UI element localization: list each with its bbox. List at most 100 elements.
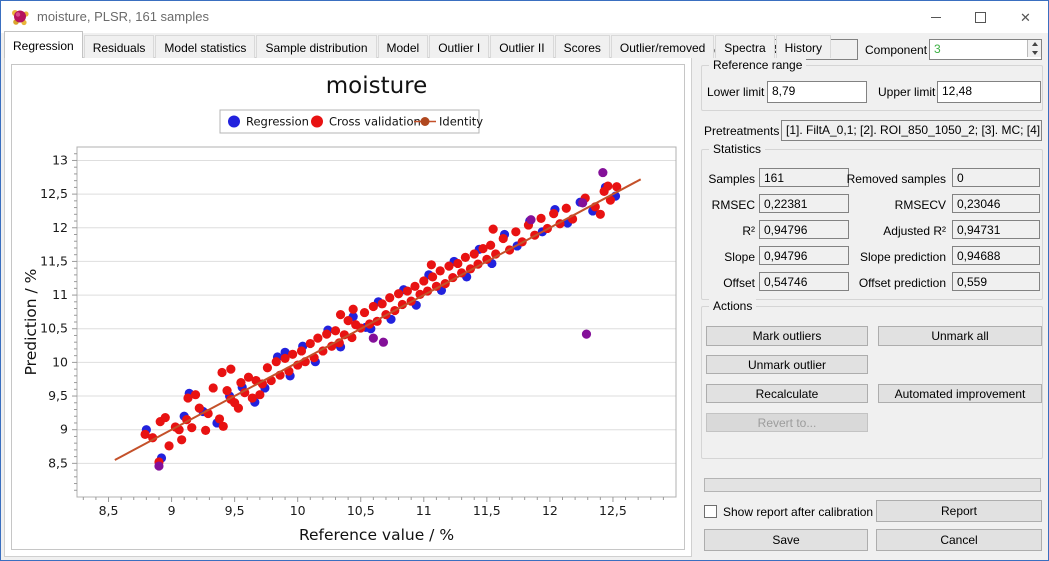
- stat-label: Offset: [705, 276, 755, 290]
- tab-outlier-ii[interactable]: Outlier II: [490, 35, 553, 58]
- revert-to--button: Revert to...: [706, 413, 868, 432]
- tab-outlier-removed[interactable]: Outlier/removed: [611, 35, 714, 58]
- reference-range-title: Reference range: [709, 58, 806, 72]
- svg-text:Identity: Identity: [439, 115, 483, 129]
- show-report-checkbox-label: Show report after calibration: [723, 505, 873, 519]
- tab-residuals[interactable]: Residuals: [84, 35, 155, 58]
- series-identity: [115, 179, 641, 460]
- chart-legend: Regression Cross validation Identity: [220, 110, 483, 133]
- mark-outliers-button[interactable]: Mark outliers: [706, 326, 868, 346]
- stat-label: Adjusted R²: [842, 224, 946, 238]
- svg-text:12,5: 12,5: [599, 503, 627, 518]
- spin-down-icon: [1032, 51, 1038, 55]
- svg-text:10: 10: [290, 503, 306, 518]
- svg-text:9: 9: [168, 503, 176, 518]
- window-title: moisture, PLSR, 161 samples: [37, 9, 209, 24]
- y-axis-label: Prediction / %: [22, 269, 40, 376]
- y-tick-labels: 8,599,51010,51111,51212,513: [40, 152, 68, 470]
- close-button[interactable]: ✕: [1003, 1, 1048, 33]
- stat-label: Slope: [705, 250, 755, 264]
- component-spinner[interactable]: [1027, 40, 1041, 57]
- svg-text:Regression: Regression: [246, 115, 309, 129]
- tab-outlier-i[interactable]: Outlier I: [429, 35, 489, 58]
- actions-title: Actions: [709, 299, 756, 313]
- pretreatments-field: [1]. FiltA_0,1; [2]. ROI_850_1050_2; [3]…: [781, 120, 1042, 141]
- statistics-group: Statistics Samples161Removed samples0RMS…: [701, 149, 1043, 300]
- show-report-checkbox[interactable]: [704, 505, 717, 518]
- upper-limit-label: Upper limit: [878, 85, 935, 99]
- automated-improvement-button[interactable]: Automated improvement: [878, 384, 1042, 403]
- recalculate-button[interactable]: Recalculate: [706, 384, 868, 403]
- tab-sample-distribution[interactable]: Sample distribution: [256, 35, 376, 58]
- stat-value: 0,54746: [759, 272, 849, 291]
- stat-value: 0,94731: [952, 220, 1040, 239]
- tab-spectra[interactable]: Spectra: [715, 35, 774, 58]
- tab-history[interactable]: History: [776, 35, 831, 58]
- app-window: moisture, PLSR, 161 samples ✕ Regression…: [0, 0, 1049, 561]
- svg-text:Cross validation: Cross validation: [329, 115, 421, 129]
- stat-value: 0,94796: [759, 246, 849, 265]
- spin-up-icon: [1032, 42, 1038, 46]
- svg-text:9,5: 9,5: [48, 388, 68, 403]
- maximize-icon: [975, 12, 986, 23]
- stat-value: 0: [952, 168, 1040, 187]
- svg-text:10: 10: [52, 354, 68, 369]
- tab-model-statistics[interactable]: Model statistics: [155, 35, 255, 58]
- progress-bar: [704, 478, 1041, 492]
- svg-text:11,5: 11,5: [40, 253, 68, 268]
- stat-value: 0,94688: [952, 246, 1040, 265]
- actions-group: Actions Mark outliersUnmark allUnmark ou…: [701, 306, 1043, 459]
- regression-legend-marker: [228, 116, 240, 128]
- app-icon: [10, 7, 30, 27]
- x-axis-label: Reference value / %: [299, 526, 454, 544]
- stat-label: Removed samples: [842, 172, 946, 186]
- svg-text:11,5: 11,5: [473, 503, 501, 518]
- maximize-button[interactable]: [958, 1, 1003, 33]
- unmark-all-button[interactable]: Unmark all: [878, 326, 1042, 346]
- svg-text:12: 12: [52, 220, 68, 235]
- cross-validation-legend-marker: [311, 116, 323, 128]
- stat-label: RMSEC: [705, 198, 755, 212]
- minimize-button[interactable]: [913, 1, 958, 33]
- pretreatments-label: Pretreatments: [704, 124, 779, 138]
- report-button[interactable]: Report: [876, 500, 1042, 522]
- stat-label: R²: [705, 224, 755, 238]
- chart-panel: 8,599,51010,51111,51212,58,599,51010,511…: [11, 64, 685, 550]
- svg-text:11: 11: [52, 287, 68, 302]
- save-button[interactable]: Save: [704, 529, 868, 551]
- component-label: Component: [865, 43, 927, 57]
- stat-label: Slope prediction: [842, 250, 946, 264]
- x-tick-labels: 8,599,51010,51111,51212,5: [99, 503, 627, 518]
- stat-label: Offset prediction: [842, 276, 946, 290]
- stat-label: Samples: [705, 172, 755, 186]
- cancel-button[interactable]: Cancel: [876, 529, 1042, 551]
- tab-regression[interactable]: Regression: [4, 31, 83, 58]
- stat-value: 0,559: [952, 272, 1040, 291]
- lower-limit-input[interactable]: 8,79: [767, 81, 867, 103]
- regression-chart: 8,599,51010,51111,51212,58,599,51010,511…: [12, 65, 684, 549]
- svg-text:8,5: 8,5: [48, 455, 68, 470]
- stat-value: 0,94796: [759, 220, 849, 239]
- lower-limit-label: Lower limit: [707, 85, 764, 99]
- stat-value: 0,22381: [759, 194, 849, 213]
- svg-text:10,5: 10,5: [347, 503, 375, 518]
- svg-text:12,5: 12,5: [40, 186, 68, 201]
- minimize-icon: [931, 17, 941, 18]
- upper-limit-input[interactable]: 12,48: [937, 81, 1041, 103]
- svg-text:10,5: 10,5: [40, 321, 68, 336]
- svg-text:13: 13: [52, 152, 68, 167]
- svg-text:12: 12: [542, 503, 558, 518]
- close-icon: ✕: [1020, 11, 1031, 24]
- spin-down-button[interactable]: [1027, 49, 1041, 58]
- spin-up-button[interactable]: [1027, 40, 1041, 49]
- title-bar: moisture, PLSR, 161 samples ✕: [1, 1, 1048, 33]
- svg-text:11: 11: [416, 503, 432, 518]
- identity-legend-marker: [421, 117, 430, 126]
- component-spinbox[interactable]: 3: [929, 39, 1042, 60]
- svg-text:8,5: 8,5: [99, 503, 119, 518]
- tab-strip: RegressionResidualsModel statisticsSampl…: [4, 34, 832, 58]
- tab-model[interactable]: Model: [378, 35, 429, 58]
- tab-scores[interactable]: Scores: [555, 35, 610, 58]
- unmark-outlier-button[interactable]: Unmark outlier: [706, 355, 868, 374]
- stat-label: RMSECV: [842, 198, 946, 212]
